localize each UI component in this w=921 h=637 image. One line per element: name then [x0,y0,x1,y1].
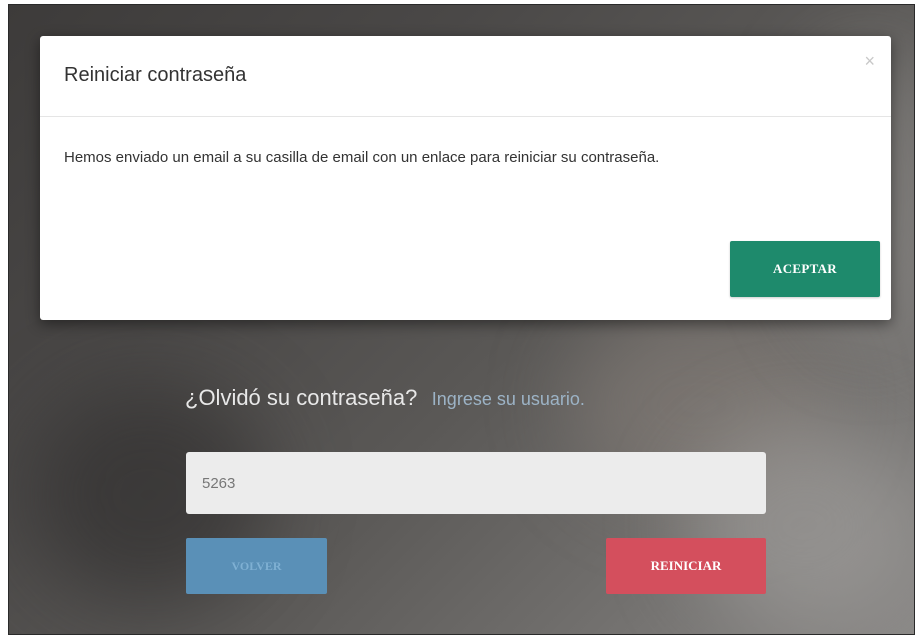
forgot-password-title: ¿Olvidó su contraseña? [185,385,418,410]
back-button[interactable]: VOLVER [186,538,327,594]
modal-title: Reiniciar contraseña [64,64,247,86]
forgot-password-subtitle: Ingrese su usuario. [431,389,585,409]
username-input[interactable] [186,452,766,514]
modal-header: Reiniciar contraseña × [40,36,891,117]
accept-button[interactable]: ACEPTAR [730,241,880,297]
close-icon[interactable]: × [864,52,875,70]
forgot-password-heading: ¿Olvidó su contraseña? Ingrese su usuari… [185,385,585,411]
modal-message: Hemos enviado un email a su casilla de e… [64,149,660,166]
reset-password-modal: Reiniciar contraseña × Hemos enviado un … [40,36,891,320]
reset-button[interactable]: REINICIAR [606,538,766,594]
screen-frame: ¿Olvidó su contraseña? Ingrese su usuari… [8,4,915,635]
